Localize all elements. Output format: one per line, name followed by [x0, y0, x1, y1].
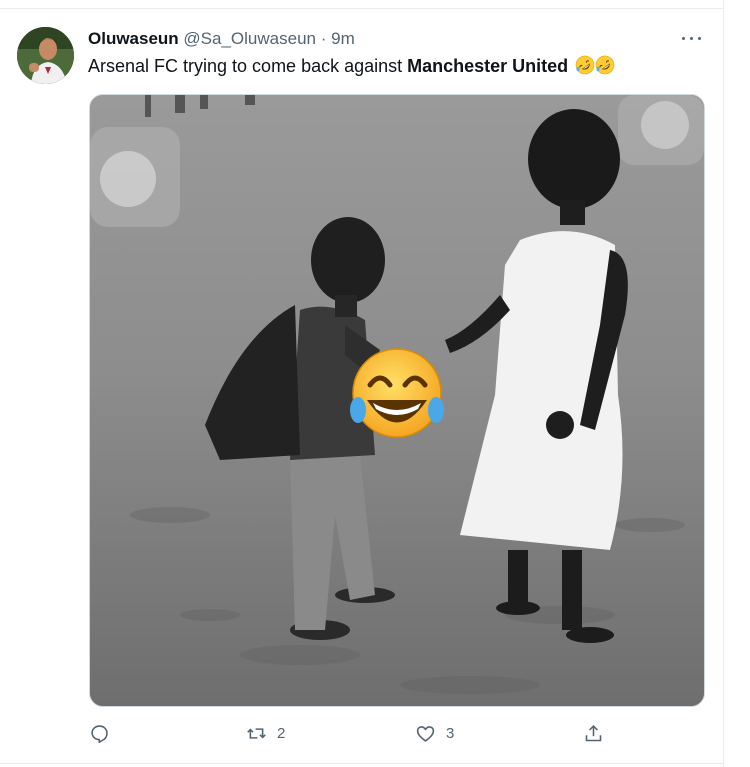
tweet-text: Arsenal FC trying to come back against M… — [88, 54, 615, 78]
retweet-count: 2 — [277, 724, 286, 742]
rolling-on-floor-laughing-emoji — [575, 55, 595, 75]
like-count: 3 — [446, 724, 455, 742]
tweet-bottom-border — [0, 763, 724, 764]
more-options-icon[interactable] — [681, 30, 703, 46]
reply-button[interactable] — [89, 718, 110, 748]
avatar[interactable] — [17, 27, 74, 84]
tweet-text-prefix: Arsenal FC trying to come back against — [88, 56, 408, 76]
heart-icon — [416, 725, 435, 742]
retweet-button[interactable]: 2 — [246, 718, 285, 748]
tweet-time[interactable]: 9m — [331, 29, 355, 48]
tweet-media[interactable] — [89, 94, 705, 707]
tweet-right-border — [723, 0, 724, 767]
share-icon — [585, 724, 602, 741]
retweet-icon — [247, 727, 266, 739]
media-photo — [90, 95, 704, 706]
tweet-top-border — [0, 8, 724, 9]
rolling-on-floor-laughing-emoji — [595, 55, 615, 75]
tweet-text-mention: Manchester United — [407, 56, 569, 76]
tweet-actions: 2 3 — [0, 718, 724, 748]
reply-icon — [91, 724, 108, 743]
tweet-header: Oluwaseun @Sa_Oluwaseun · 9m — [88, 28, 355, 50]
avatar-image — [17, 27, 74, 84]
like-button[interactable]: 3 — [415, 718, 454, 748]
author-name[interactable]: Oluwaseun — [88, 29, 179, 48]
author-handle[interactable]: @Sa_Oluwaseun — [183, 29, 316, 48]
share-button[interactable] — [583, 718, 604, 748]
separator-dot: · — [320, 29, 327, 48]
